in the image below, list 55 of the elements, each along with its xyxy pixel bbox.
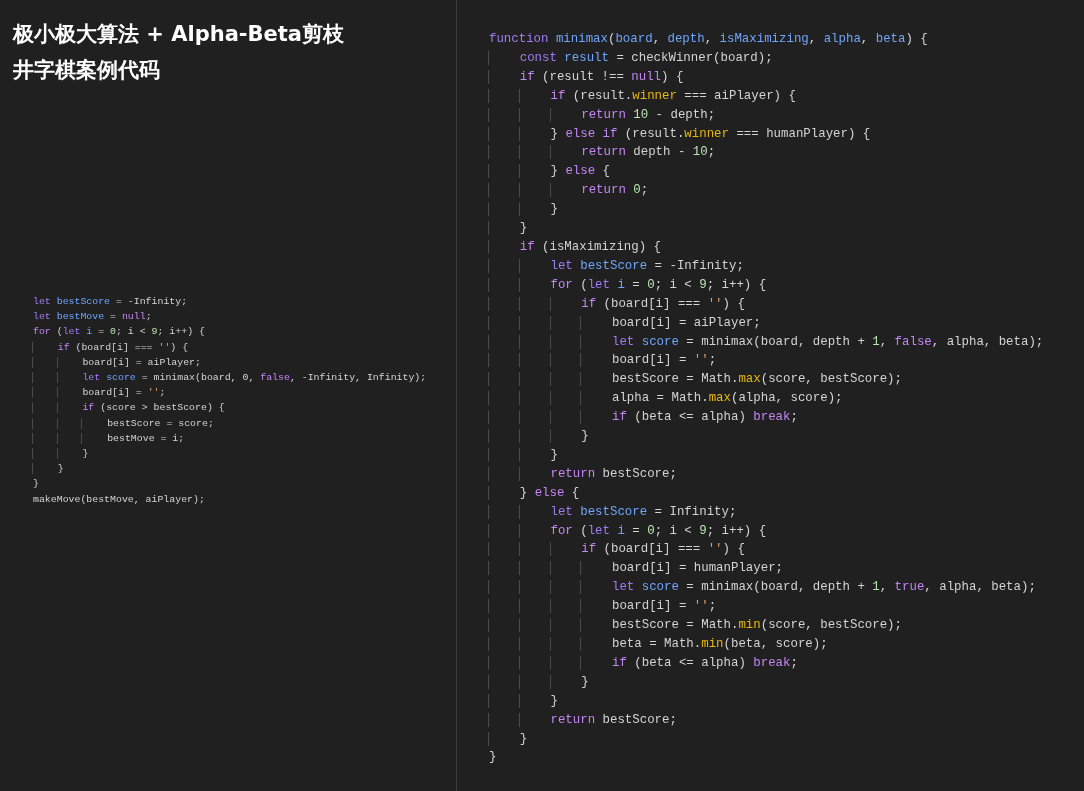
code-line: function minimax(board, depth, isMaximizing, alpha, beta) { <box>489 31 928 48</box>
code-line: for (let i = 0; i < 9; i++) { <box>489 275 767 295</box>
code-line: makeMove(bestMove, aiPlayer); <box>33 492 205 507</box>
code-line: board[i] = ''; <box>489 351 717 371</box>
code-line: const result = checkWinner(board); <box>489 48 773 68</box>
code-line: if (board[i] === '') { <box>33 339 189 355</box>
code-line: } <box>489 691 558 711</box>
code-line: for (let i = 0; i < 9; i++) { <box>33 325 205 340</box>
code-line: alpha = Math.max(alpha, score); <box>489 389 843 409</box>
code-line: let bestMove = null; <box>33 310 152 325</box>
code-line: bestMove = i; <box>33 430 185 447</box>
code-line: beta = Math.min(beta, score); <box>489 635 828 654</box>
code-line: if (board[i] === '') { <box>489 540 745 560</box>
code-line: board[i] = humanPlayer; <box>489 559 784 579</box>
code-line: let score = minimax(board, 0, false, -Infinity, Infinity); <box>33 370 427 386</box>
code-line: board[i] = ''; <box>489 597 717 617</box>
code-line: } <box>489 672 589 692</box>
code-line: return bestScore; <box>489 464 677 484</box>
code-line: let bestScore = Infinity; <box>489 502 737 522</box>
code-line: } <box>489 729 528 749</box>
code-line: if (beta <= alpha) break; <box>489 408 798 428</box>
code-line: } <box>33 461 64 477</box>
code-line: return bestScore; <box>489 710 677 730</box>
code-line: return depth - 10; <box>489 143 716 163</box>
code-line: board[i] = ''; <box>33 385 166 401</box>
code-line: board[i] = aiPlayer; <box>489 313 761 333</box>
code-line: bestScore = Math.max(score, bestScore); <box>489 370 902 390</box>
code-line: if (isMaximizing) { <box>489 237 662 257</box>
code-line: return 0; <box>489 181 649 201</box>
code-line: } <box>489 219 528 238</box>
code-line: } <box>489 445 558 465</box>
page-title: 极小极大算法 + Alpha-Beta剪枝 <box>13 21 344 48</box>
code-line: } <box>33 477 39 492</box>
code-line: } <box>489 749 497 767</box>
page-title: 井字棋案例代码 <box>13 57 160 84</box>
code-line: let score = minimax(board, depth + 1, false, alpha, beta); <box>489 332 1044 352</box>
code-line: let score = minimax(board, depth + 1, true, alpha, beta); <box>489 578 1036 598</box>
code-line: board[i] = aiPlayer; <box>33 354 201 370</box>
code-line: for (let i = 0; i < 9; i++) { <box>489 521 767 541</box>
code-line: } else { <box>489 162 610 182</box>
code-line: bestScore = score; <box>33 415 214 431</box>
code-line: let bestScore = -Infinity; <box>489 256 744 276</box>
code-line: return 10 - depth; <box>489 105 716 125</box>
code-line: } <box>489 427 589 446</box>
code-line: if (board[i] === '') { <box>489 294 745 314</box>
code-line: } <box>33 446 89 462</box>
code-line: if (result !== null) { <box>489 67 684 87</box>
code-line: if (result.winner === aiPlayer) { <box>489 86 796 106</box>
code-line: } else if (result.winner === humanPlayer) { <box>489 124 871 144</box>
code-line: bestScore = Math.min(score, bestScore); <box>489 616 902 635</box>
code-line: } <box>489 200 558 220</box>
code-line: if (score > bestScore) { <box>33 400 225 416</box>
code-line: } else { <box>489 483 580 503</box>
code-line: let bestScore = -Infinity; <box>33 295 188 309</box>
code-line: if (beta <= alpha) break; <box>489 653 798 673</box>
